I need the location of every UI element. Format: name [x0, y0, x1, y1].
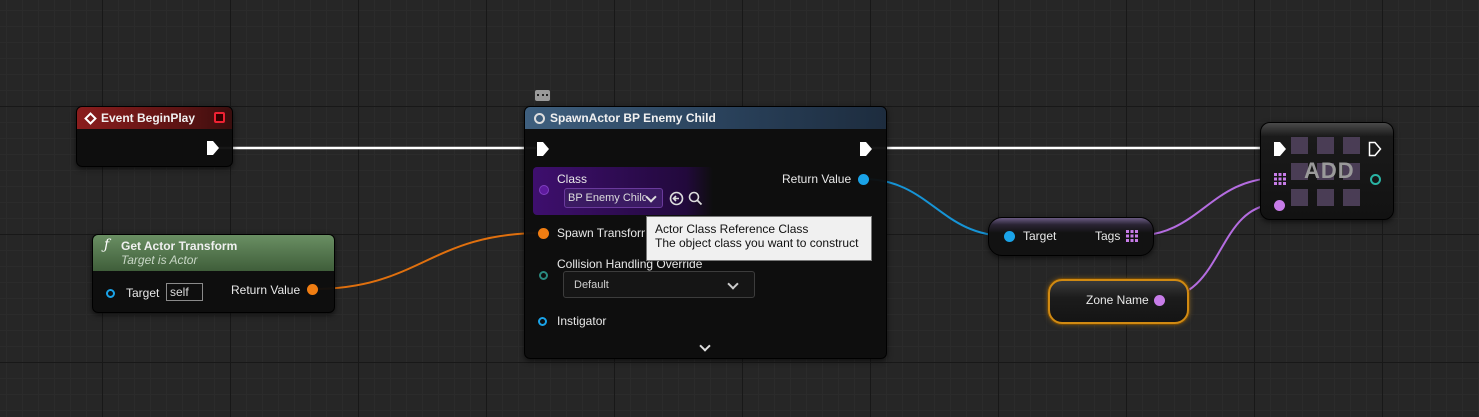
- chevron-down-icon: [645, 191, 657, 203]
- comment-bubble-icon[interactable]: [535, 90, 550, 101]
- tags-node[interactable]: Target Tags: [988, 217, 1154, 256]
- spawn-transform-label: Spawn Transform: [557, 226, 645, 240]
- expand-chevron-icon[interactable]: [699, 340, 711, 352]
- transform-target-label: Target: [126, 286, 160, 300]
- transform-node-title: Get Actor Transform: [121, 239, 238, 253]
- add-index-out-pin[interactable]: [1370, 174, 1381, 185]
- target-self-field[interactable]: self: [166, 283, 203, 301]
- class-dropdown-value: BP Enemy Child: [568, 192, 646, 204]
- spawn-node-title: SpawnActor BP Enemy Child: [550, 111, 716, 125]
- class-tooltip: Actor Class Reference Class The object c…: [646, 216, 872, 261]
- spawn-node-header: SpawnActor BP Enemy Child: [525, 107, 886, 129]
- spawn-exec-out-pin[interactable]: [859, 141, 873, 157]
- tooltip-title: Actor Class Reference Class: [655, 222, 809, 236]
- collision-dropdown-value: Default: [574, 279, 609, 291]
- event-diamond-icon: [84, 111, 97, 125]
- browse-search-icon[interactable]: [688, 191, 703, 206]
- get-actor-transform-node[interactable]: Get Actor Transform Target is Actor ƒ Ta…: [92, 234, 335, 313]
- function-icon: ƒ: [104, 237, 110, 253]
- event-node-title: Event BeginPlay: [101, 111, 196, 125]
- tags-wire: [1133, 177, 1279, 237]
- zone-name-node[interactable]: Zone Name: [1048, 279, 1189, 324]
- transform-wire: [312, 232, 543, 290]
- transform-target-pin[interactable]: [106, 289, 115, 298]
- class-label: Class: [557, 172, 588, 186]
- class-dropdown[interactable]: BP Enemy Child: [564, 188, 663, 208]
- event-exec-out-pin[interactable]: [206, 140, 220, 156]
- spawn-return-label: Return Value: [782, 172, 852, 186]
- add-array-in-pin[interactable]: [1274, 173, 1286, 185]
- transform-node-subtitle: Target is Actor: [121, 253, 198, 267]
- tags-label: Tags: [1095, 229, 1121, 243]
- instigator-pin[interactable]: [538, 317, 547, 326]
- collision-chevron-down-icon: [727, 278, 739, 290]
- tags-target-label: Target: [1023, 229, 1057, 243]
- class-pin[interactable]: [539, 185, 549, 195]
- spawn-exec-in-pin[interactable]: [536, 141, 550, 157]
- add-item-in-pin[interactable]: [1274, 200, 1285, 211]
- add-node[interactable]: ADD: [1260, 122, 1394, 220]
- transform-node-header: Get Actor Transform Target is Actor: [93, 235, 334, 271]
- transform-return-pin[interactable]: [307, 284, 318, 295]
- event-delegate-pin[interactable]: [214, 112, 225, 123]
- tooltip-description: The object class you want to construct: [655, 236, 859, 250]
- zone-name-pin[interactable]: [1154, 295, 1165, 306]
- target-self-value: self: [170, 285, 189, 299]
- spawn-icon: [534, 112, 545, 124]
- collision-dropdown[interactable]: Default: [563, 271, 755, 298]
- add-node-label: ADD: [1304, 158, 1355, 183]
- add-exec-out-pin[interactable]: [1368, 141, 1382, 157]
- tags-target-pin[interactable]: [1004, 231, 1015, 242]
- collision-pin[interactable]: [539, 271, 548, 280]
- zone-name-label: Zone Name: [1086, 293, 1149, 307]
- use-selected-asset-icon[interactable]: [669, 191, 684, 206]
- tags-array-pin[interactable]: [1126, 230, 1138, 242]
- event-node-header: Event BeginPlay: [77, 107, 232, 129]
- spawn-transform-pin[interactable]: [538, 228, 549, 239]
- event-beginplay-node[interactable]: Event BeginPlay: [76, 106, 233, 167]
- add-exec-in-pin[interactable]: [1273, 141, 1287, 157]
- instigator-label: Instigator: [557, 314, 607, 328]
- transform-return-label: Return Value: [231, 283, 301, 297]
- spawn-return-pin[interactable]: [858, 174, 869, 185]
